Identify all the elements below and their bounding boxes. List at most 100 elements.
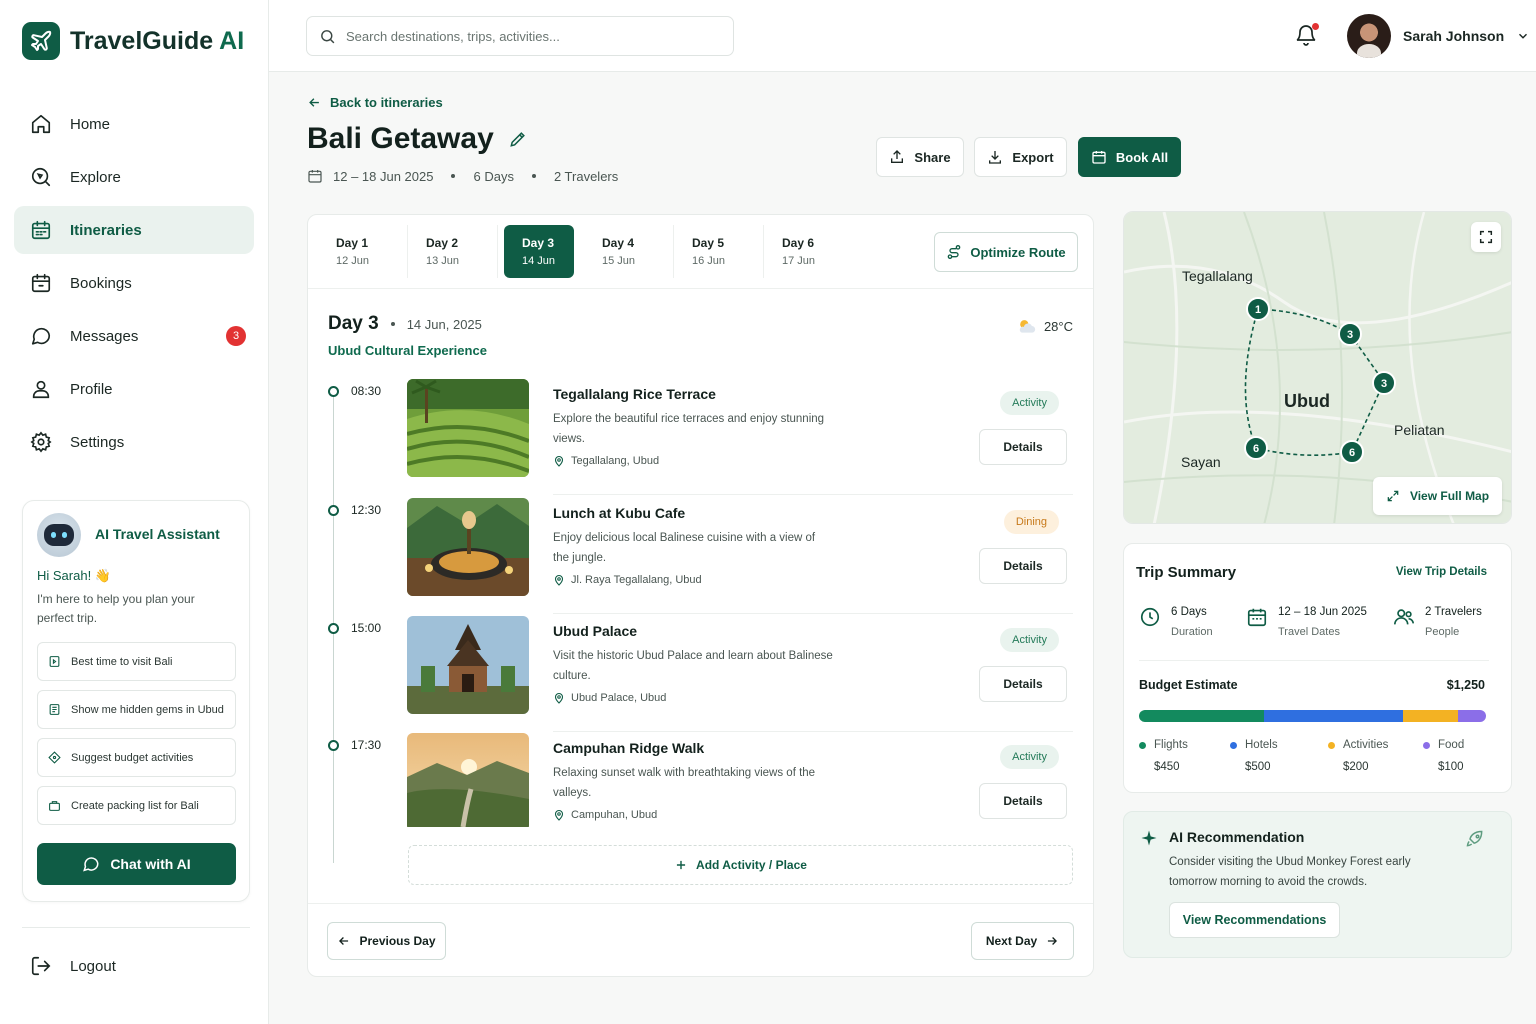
suggestion-best-time[interactable]: Best time to visit Bali: [37, 642, 236, 681]
avatar: [1347, 14, 1391, 58]
nav-item-itineraries[interactable]: Itineraries: [14, 206, 254, 254]
day-title: Day 3: [328, 313, 379, 334]
back-label: Back to itineraries: [330, 95, 443, 110]
nav-label: Itineraries: [70, 221, 142, 239]
search-bar[interactable]: [306, 16, 734, 56]
nav-item-home[interactable]: Home: [14, 100, 254, 148]
book-all-label: Book All: [1115, 149, 1169, 165]
main-nav: Home Explore Itineraries Bookings Messag…: [14, 100, 254, 471]
map-marker[interactable]: 6: [1244, 436, 1268, 460]
sparkle-icon: [1141, 830, 1157, 846]
tab-day-6[interactable]: Day 6 17 Jun: [764, 225, 854, 278]
tab-day-label: Day 3: [522, 236, 555, 250]
tab-day-1[interactable]: Day 1 12 Jun: [318, 225, 408, 278]
map-marker[interactable]: 3: [1372, 371, 1396, 395]
suggestion-hidden-gems[interactable]: Show me hidden gems in Ubud: [37, 690, 236, 729]
share-button[interactable]: Share: [876, 137, 964, 177]
cafe-image[interactable]: [407, 498, 529, 596]
marker-number: 3: [1381, 378, 1387, 390]
marker-number: 1: [1255, 304, 1261, 316]
route-map[interactable]: Tegallalang Ubud Peliatan Sayan 1 3 3 6 …: [1123, 211, 1512, 524]
nav-item-settings[interactable]: Settings: [14, 418, 254, 466]
map-marker[interactable]: 6: [1340, 440, 1364, 464]
itinerary-card: Day 1 12 Jun Day 2 13 Jun Day 3 14 Jun Day …: [307, 214, 1094, 977]
activity-location-text: Ubud Palace, Ubud: [571, 692, 667, 704]
view-trip-details-link[interactable]: View Trip Details: [1396, 566, 1487, 578]
map-marker[interactable]: 3: [1338, 322, 1362, 346]
fullscreen-button[interactable]: [1471, 222, 1501, 252]
logout-button[interactable]: Logout: [30, 955, 116, 977]
chat-button-label: Chat with AI: [110, 856, 191, 872]
legend-food: Food $100: [1423, 739, 1464, 773]
previous-day-button[interactable]: Previous Day: [327, 922, 446, 960]
location-pin-icon: [554, 809, 564, 821]
nav-item-bookings[interactable]: Bookings: [14, 259, 254, 307]
optimize-route-button[interactable]: Optimize Route: [934, 232, 1078, 272]
logo[interactable]: TravelGuide AI: [22, 22, 244, 60]
recommendation-title: AI Recommendation: [1169, 829, 1305, 845]
details-button[interactable]: Details: [979, 666, 1067, 702]
add-activity-button[interactable]: Add Activity / Place: [408, 845, 1073, 885]
nav-label: Messages: [70, 327, 139, 345]
tab-day-3[interactable]: Day 3 14 Jun: [504, 225, 574, 278]
details-button[interactable]: Details: [979, 429, 1067, 465]
nav-item-profile[interactable]: Profile: [14, 365, 254, 413]
pencil-icon[interactable]: [508, 129, 528, 149]
book-all-button[interactable]: Book All: [1078, 137, 1181, 177]
nav-item-messages[interactable]: Messages 3: [14, 312, 254, 360]
tab-day-5[interactable]: Day 5 16 Jun: [674, 225, 764, 278]
tab-day-label: Day 1: [336, 236, 369, 250]
export-button[interactable]: Export: [974, 137, 1067, 177]
trip-title-text: Bali Getaway: [307, 122, 494, 155]
download-icon: [989, 151, 1002, 164]
suggestion-packing[interactable]: Create packing list for Bali: [37, 786, 236, 825]
previous-day-label: Previous Day: [359, 934, 436, 948]
next-day-button[interactable]: Next Day: [971, 922, 1074, 960]
ridge-walk-image[interactable]: [407, 733, 529, 831]
budget-segment-food: [1458, 710, 1486, 722]
calendar-icon: [31, 220, 51, 240]
location-pin-icon: [554, 692, 564, 704]
budget-total: $1,250: [1446, 678, 1485, 692]
app-name-suffix: AI: [219, 26, 245, 55]
day-tabs: Day 1 12 Jun Day 2 13 Jun Day 3 14 Jun Day …: [318, 225, 854, 278]
legend-amount: $200: [1343, 761, 1369, 773]
view-recommendations-button[interactable]: View Recommendations: [1169, 902, 1340, 938]
tab-day-2[interactable]: Day 2 13 Jun: [408, 225, 498, 278]
sidebar: TravelGuide AI Home Explore Itineraries …: [0, 0, 269, 1024]
tab-date-label: 15 Jun: [602, 255, 636, 267]
details-button[interactable]: Details: [979, 783, 1067, 819]
user-icon: [32, 380, 50, 399]
trip-days: 6 Days: [473, 168, 514, 184]
notifications-button[interactable]: [1294, 23, 1319, 52]
user-menu[interactable]: Sarah Johnson: [1347, 14, 1530, 58]
calendar-check-icon: [31, 273, 51, 293]
map-marker[interactable]: 1: [1246, 297, 1270, 321]
tab-day-label: Day 4: [602, 236, 635, 250]
location-pin-icon: [554, 574, 564, 586]
activity-location-text: Campuhan, Ubud: [571, 809, 658, 821]
trip-meta: 12 – 18 Jun 2025 6 Days 2 Travelers: [307, 168, 618, 184]
activity-time: 08:30: [351, 384, 382, 398]
tab-date-label: 13 Jun: [426, 255, 460, 267]
chat-with-ai-button[interactable]: Chat with AI: [37, 843, 236, 885]
suggestion-label: Show me hidden gems in Ubud: [71, 703, 224, 716]
messages-badge: 3: [226, 326, 246, 346]
budget-segment-hotels: [1263, 710, 1403, 722]
activity-title: Campuhan Ridge Walk: [553, 740, 705, 756]
search-input[interactable]: [346, 28, 706, 44]
suggestion-budget[interactable]: Suggest budget activities: [37, 738, 236, 777]
rice-terrace-image[interactable]: [407, 379, 529, 477]
map-label-tegallalang: Tegallalang: [1182, 268, 1253, 284]
assistant-intro: I'm here to help you plan your perfect t…: [37, 592, 195, 625]
nav-item-explore[interactable]: Explore: [14, 153, 254, 201]
view-full-map-button[interactable]: View Full Map: [1373, 477, 1502, 515]
details-button[interactable]: Details: [979, 548, 1067, 584]
palace-image[interactable]: [407, 616, 529, 714]
user-name: Sarah Johnson: [1403, 28, 1505, 44]
calendar-icon: [308, 170, 322, 183]
tab-day-4[interactable]: Day 4 15 Jun: [584, 225, 674, 278]
activity-location: Campuhan, Ubud: [553, 809, 833, 821]
add-activity-label: Add Activity / Place: [696, 858, 807, 872]
back-to-itineraries-link[interactable]: Back to itineraries: [307, 95, 443, 110]
